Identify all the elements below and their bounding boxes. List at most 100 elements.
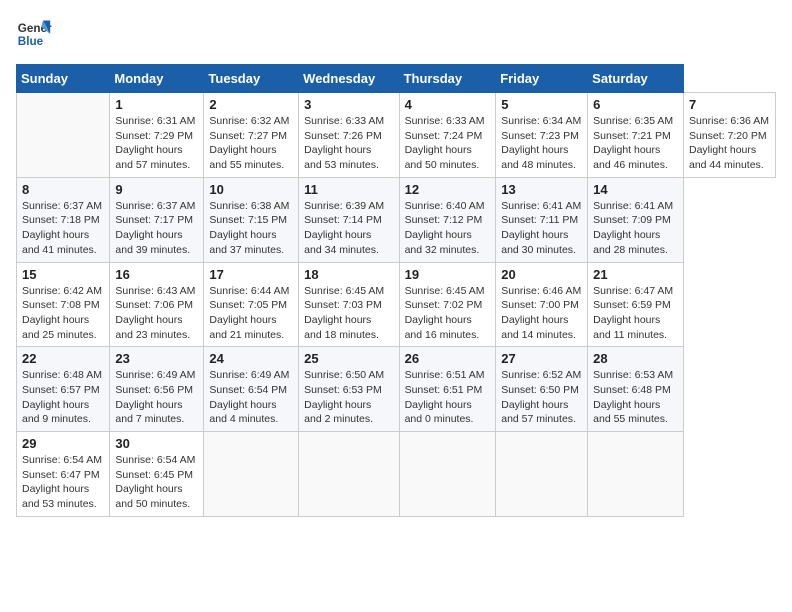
calendar-cell: 30 Sunrise: 6:54 AMSunset: 6:45 PMDayligh… [110, 432, 204, 517]
day-info: Sunrise: 6:54 AMSunset: 6:47 PMDaylight … [22, 453, 104, 512]
calendar-cell: 19 Sunrise: 6:45 AMSunset: 7:02 PMDayligh… [399, 262, 496, 347]
day-number: 27 [501, 351, 582, 366]
calendar-cell: 22 Sunrise: 6:48 AMSunset: 6:57 PMDayligh… [17, 347, 110, 432]
day-info: Sunrise: 6:46 AMSunset: 7:00 PMDaylight … [501, 284, 582, 343]
day-number: 6 [593, 97, 678, 112]
day-number: 3 [304, 97, 393, 112]
day-info: Sunrise: 6:51 AMSunset: 6:51 PMDaylight … [405, 368, 491, 427]
day-number: 9 [115, 182, 198, 197]
weekday-header-row: SundayMondayTuesdayWednesdayThursdayFrid… [17, 65, 776, 93]
day-info: Sunrise: 6:50 AMSunset: 6:53 PMDaylight … [304, 368, 393, 427]
day-info: Sunrise: 6:45 AMSunset: 7:02 PMDaylight … [405, 284, 491, 343]
day-info: Sunrise: 6:53 AMSunset: 6:48 PMDaylight … [593, 368, 678, 427]
day-info: Sunrise: 6:54 AMSunset: 6:45 PMDaylight … [115, 453, 198, 512]
calendar-cell: 8Sunrise: 6:37 AMSunset: 7:18 PMDaylight… [17, 177, 110, 262]
calendar-cell [496, 432, 588, 517]
day-info: Sunrise: 6:41 AMSunset: 7:11 PMDaylight … [501, 199, 582, 258]
day-number: 12 [405, 182, 491, 197]
day-number: 21 [593, 267, 678, 282]
calendar-cell: 2 Sunrise: 6:32 AMSunset: 7:27 PMDaylight… [204, 93, 299, 178]
day-info: Sunrise: 6:45 AMSunset: 7:03 PMDaylight … [304, 284, 393, 343]
calendar-cell: 28Sunrise: 6:53 AMSunset: 6:48 PMDayligh… [588, 347, 684, 432]
day-info: Sunrise: 6:52 AMSunset: 6:50 PMDaylight … [501, 368, 582, 427]
day-info: Sunrise: 6:36 AMSunset: 7:20 PMDaylight … [689, 114, 770, 173]
day-info: Sunrise: 6:49 AMSunset: 6:54 PMDaylight … [209, 368, 293, 427]
calendar-cell [588, 432, 684, 517]
day-info: Sunrise: 6:49 AMSunset: 6:56 PMDaylight … [115, 368, 198, 427]
calendar-cell: 6 Sunrise: 6:35 AMSunset: 7:21 PMDaylight… [588, 93, 684, 178]
calendar-cell: 21 Sunrise: 6:47 AMSunset: 6:59 PMDayligh… [588, 262, 684, 347]
calendar-cell [299, 432, 399, 517]
day-info: Sunrise: 6:31 AMSunset: 7:29 PMDaylight … [115, 114, 198, 173]
day-number: 7 [689, 97, 770, 112]
svg-text:Blue: Blue [18, 35, 44, 48]
calendar-cell: 10 Sunrise: 6:38 AMSunset: 7:15 PMDayligh… [204, 177, 299, 262]
calendar-cell: 1 Sunrise: 6:31 AMSunset: 7:29 PMDaylight… [110, 93, 204, 178]
day-info: Sunrise: 6:37 AMSunset: 7:17 PMDaylight … [115, 199, 198, 258]
calendar-cell: 11Sunrise: 6:39 AMSunset: 7:14 PMDayligh… [299, 177, 399, 262]
page-header: General Blue [16, 16, 776, 52]
day-info: Sunrise: 6:43 AMSunset: 7:06 PMDaylight … [115, 284, 198, 343]
calendar-week-row: 8Sunrise: 6:37 AMSunset: 7:18 PMDaylight… [17, 177, 776, 262]
day-number: 2 [209, 97, 293, 112]
day-info: Sunrise: 6:37 AMSunset: 7:18 PMDaylight … [22, 199, 104, 258]
day-number: 4 [405, 97, 491, 112]
day-number: 14 [593, 182, 678, 197]
day-number: 20 [501, 267, 582, 282]
weekday-header: Sunday [17, 65, 110, 93]
day-number: 5 [501, 97, 582, 112]
day-number: 30 [115, 436, 198, 451]
calendar-cell: 27 Sunrise: 6:52 AMSunset: 6:50 PMDayligh… [496, 347, 588, 432]
day-number: 19 [405, 267, 491, 282]
day-number: 11 [304, 182, 393, 197]
calendar-week-row: 1 Sunrise: 6:31 AMSunset: 7:29 PMDaylight… [17, 93, 776, 178]
calendar-cell [399, 432, 496, 517]
calendar-cell: 20 Sunrise: 6:46 AMSunset: 7:00 PMDayligh… [496, 262, 588, 347]
weekday-header: Tuesday [204, 65, 299, 93]
calendar-week-row: 29 Sunrise: 6:54 AMSunset: 6:47 PMDayligh… [17, 432, 776, 517]
day-number: 10 [209, 182, 293, 197]
logo: General Blue [16, 16, 52, 52]
calendar-cell: 26 Sunrise: 6:51 AMSunset: 6:51 PMDayligh… [399, 347, 496, 432]
day-info: Sunrise: 6:40 AMSunset: 7:12 PMDaylight … [405, 199, 491, 258]
weekday-header: Saturday [588, 65, 684, 93]
day-info: Sunrise: 6:44 AMSunset: 7:05 PMDaylight … [209, 284, 293, 343]
day-info: Sunrise: 6:33 AMSunset: 7:26 PMDaylight … [304, 114, 393, 173]
day-info: Sunrise: 6:33 AMSunset: 7:24 PMDaylight … [405, 114, 491, 173]
calendar-week-row: 15 Sunrise: 6:42 AMSunset: 7:08 PMDayligh… [17, 262, 776, 347]
calendar-cell: 5Sunrise: 6:34 AMSunset: 7:23 PMDaylight… [496, 93, 588, 178]
calendar-cell: 14 Sunrise: 6:41 AMSunset: 7:09 PMDayligh… [588, 177, 684, 262]
day-info: Sunrise: 6:42 AMSunset: 7:08 PMDaylight … [22, 284, 104, 343]
day-number: 29 [22, 436, 104, 451]
weekday-header: Friday [496, 65, 588, 93]
calendar-cell: 24 Sunrise: 6:49 AMSunset: 6:54 PMDayligh… [204, 347, 299, 432]
calendar-cell: 12 Sunrise: 6:40 AMSunset: 7:12 PMDayligh… [399, 177, 496, 262]
day-info: Sunrise: 6:41 AMSunset: 7:09 PMDaylight … [593, 199, 678, 258]
day-number: 25 [304, 351, 393, 366]
day-info: Sunrise: 6:48 AMSunset: 6:57 PMDaylight … [22, 368, 104, 427]
calendar-cell: 17Sunrise: 6:44 AMSunset: 7:05 PMDayligh… [204, 262, 299, 347]
calendar-cell: 3 Sunrise: 6:33 AMSunset: 7:26 PMDaylight… [299, 93, 399, 178]
weekday-header: Monday [110, 65, 204, 93]
day-number: 16 [115, 267, 198, 282]
calendar-table: SundayMondayTuesdayWednesdayThursdayFrid… [16, 64, 776, 517]
day-number: 24 [209, 351, 293, 366]
day-info: Sunrise: 6:32 AMSunset: 7:27 PMDaylight … [209, 114, 293, 173]
calendar-cell: 25 Sunrise: 6:50 AMSunset: 6:53 PMDayligh… [299, 347, 399, 432]
calendar-cell: 9 Sunrise: 6:37 AMSunset: 7:17 PMDaylight… [110, 177, 204, 262]
day-number: 23 [115, 351, 198, 366]
day-number: 26 [405, 351, 491, 366]
day-number: 15 [22, 267, 104, 282]
calendar-cell: 13Sunrise: 6:41 AMSunset: 7:11 PMDayligh… [496, 177, 588, 262]
calendar-cell: 15 Sunrise: 6:42 AMSunset: 7:08 PMDayligh… [17, 262, 110, 347]
weekday-header: Wednesday [299, 65, 399, 93]
day-number: 1 [115, 97, 198, 112]
calendar-cell: 23 Sunrise: 6:49 AMSunset: 6:56 PMDayligh… [110, 347, 204, 432]
day-info: Sunrise: 6:47 AMSunset: 6:59 PMDaylight … [593, 284, 678, 343]
calendar-cell: 18Sunrise: 6:45 AMSunset: 7:03 PMDayligh… [299, 262, 399, 347]
day-info: Sunrise: 6:35 AMSunset: 7:21 PMDaylight … [593, 114, 678, 173]
day-number: 22 [22, 351, 104, 366]
day-info: Sunrise: 6:38 AMSunset: 7:15 PMDaylight … [209, 199, 293, 258]
calendar-cell: 4 Sunrise: 6:33 AMSunset: 7:24 PMDaylight… [399, 93, 496, 178]
calendar-cell: 7 Sunrise: 6:36 AMSunset: 7:20 PMDaylight… [684, 93, 776, 178]
